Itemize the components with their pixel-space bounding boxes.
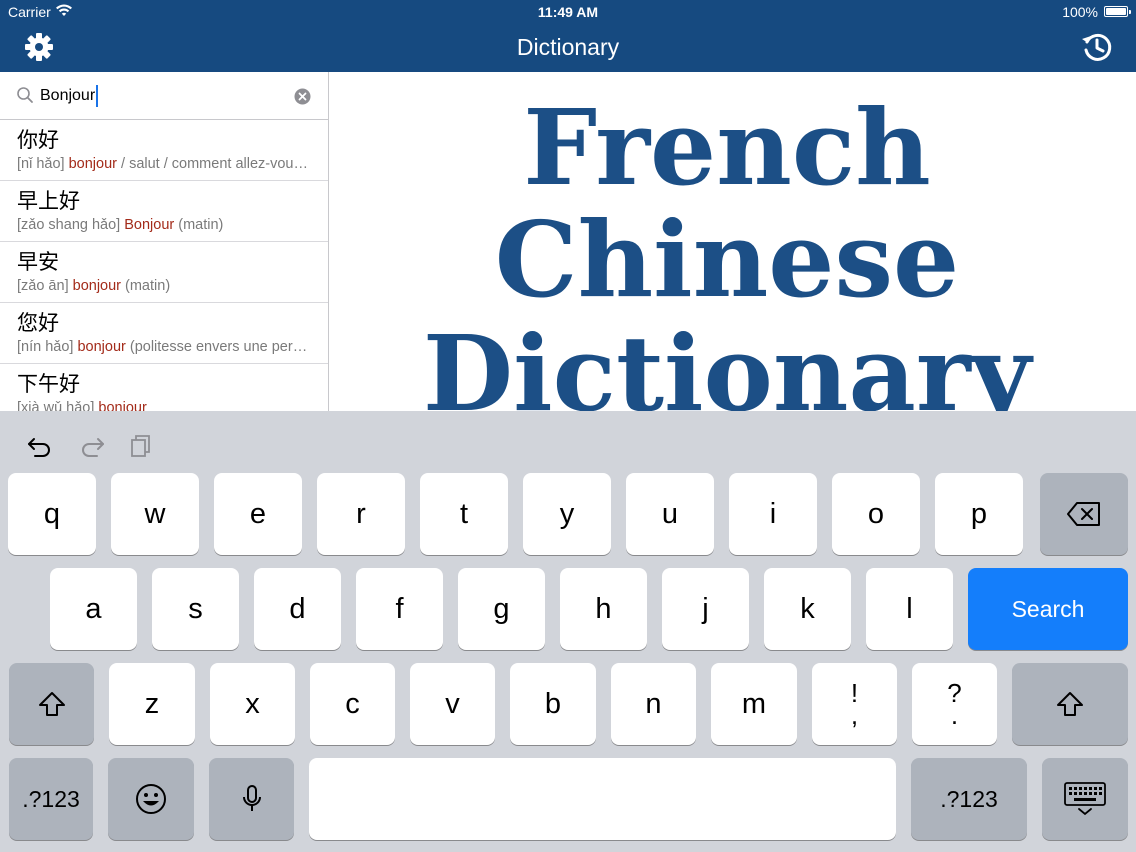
results-pane: 你好 [nǐ hǎo] bonjour / salut / comment al… xyxy=(0,72,329,411)
key-exclamation-comma[interactable]: !, xyxy=(812,663,897,745)
list-item[interactable]: 早上好 [zǎo shang hǎo] Bonjour (matin) xyxy=(0,181,328,242)
search-input[interactable] xyxy=(40,82,280,110)
logo-line-1: French xyxy=(523,86,931,209)
key-q[interactable]: q xyxy=(8,473,96,555)
battery-percent: 100% xyxy=(1062,4,1098,20)
status-time: 11:49 AM xyxy=(537,4,599,20)
key-h[interactable]: h xyxy=(560,568,647,650)
key-f[interactable]: f xyxy=(356,568,443,650)
dictation-key[interactable] xyxy=(209,758,294,840)
on-screen-keyboard: q w e r t y u i o p a s d f g h j k l Se… xyxy=(0,411,1136,852)
paste-icon[interactable] xyxy=(127,431,157,459)
backspace-icon xyxy=(1067,502,1100,526)
logo-pane: French Chinese Dictionary xyxy=(330,72,1136,411)
space-key[interactable] xyxy=(309,758,896,840)
undo-icon[interactable] xyxy=(25,431,55,459)
microphone-icon xyxy=(242,785,261,811)
entry-hanzi: 您好 xyxy=(17,311,59,335)
key-c[interactable]: c xyxy=(310,663,395,745)
list-item[interactable]: 您好 [nín hǎo] bonjour (politesse envers u… xyxy=(0,303,328,364)
search-icon xyxy=(17,87,33,103)
key-b[interactable]: b xyxy=(510,663,596,745)
key-k[interactable]: k xyxy=(764,568,851,650)
entry-definition: [nín hǎo] bonjour (politesse envers une … xyxy=(17,339,311,355)
numbers-key-right[interactable]: .?123 xyxy=(911,758,1027,840)
key-d[interactable]: d xyxy=(254,568,341,650)
key-y[interactable]: y xyxy=(523,473,611,555)
dismiss-keyboard-key[interactable] xyxy=(1042,758,1128,840)
key-v[interactable]: v xyxy=(410,663,495,745)
key-s[interactable]: s xyxy=(152,568,239,650)
navigation-bar: Dictionary xyxy=(0,24,1136,72)
key-u[interactable]: u xyxy=(626,473,714,555)
shift-key-left[interactable] xyxy=(9,663,94,745)
key-j[interactable]: j xyxy=(662,568,749,650)
key-n[interactable]: n xyxy=(611,663,696,745)
key-bottom-char: . xyxy=(950,700,959,730)
search-key[interactable]: Search xyxy=(968,568,1128,650)
entry-hanzi: 早安 xyxy=(17,250,59,274)
list-item[interactable]: 你好 [nǐ hǎo] bonjour / salut / comment al… xyxy=(0,120,328,181)
page-title: Dictionary xyxy=(516,34,620,60)
key-w[interactable]: w xyxy=(111,473,199,555)
entry-hanzi: 下午好 xyxy=(17,372,80,396)
key-p[interactable]: p xyxy=(935,473,1023,555)
key-m[interactable]: m xyxy=(711,663,797,745)
key-i[interactable]: i xyxy=(729,473,817,555)
search-bar xyxy=(0,72,328,120)
clear-search-icon[interactable] xyxy=(294,88,311,105)
key-x[interactable]: x xyxy=(210,663,295,745)
key-a[interactable]: a xyxy=(50,568,137,650)
key-z[interactable]: z xyxy=(109,663,195,745)
shift-icon xyxy=(1057,692,1083,716)
emoji-key[interactable] xyxy=(108,758,194,840)
entry-definition: [xià wǔ hǎo] bonjour xyxy=(17,400,147,411)
results-list: 你好 [nǐ hǎo] bonjour / salut / comment al… xyxy=(0,120,328,411)
shift-key-right[interactable] xyxy=(1012,663,1128,745)
shift-icon xyxy=(38,692,65,716)
entry-definition: [zǎo ān] bonjour (matin) xyxy=(17,278,171,294)
entry-hanzi: 早上好 xyxy=(17,189,80,213)
keyboard-hide-icon xyxy=(1064,782,1106,816)
logo-line-3: Dictionary xyxy=(422,312,1032,412)
key-bottom-char: , xyxy=(850,700,859,730)
battery-icon xyxy=(1104,6,1131,17)
numbers-key-left[interactable]: .?123 xyxy=(9,758,93,840)
status-bar: Carrier 11:49 AM 100% xyxy=(0,0,1136,24)
entry-hanzi: 你好 xyxy=(17,128,59,152)
key-t[interactable]: t xyxy=(420,473,508,555)
text-cursor xyxy=(96,85,98,107)
list-item[interactable]: 下午好 [xià wǔ hǎo] bonjour xyxy=(0,364,328,411)
key-question-period[interactable]: ?. xyxy=(912,663,997,745)
list-item[interactable]: 早安 [zǎo ān] bonjour (matin) xyxy=(0,242,328,303)
history-icon[interactable] xyxy=(1080,30,1114,64)
entry-definition: [zǎo shang hǎo] Bonjour (matin) xyxy=(17,217,224,233)
key-g[interactable]: g xyxy=(458,568,545,650)
key-o[interactable]: o xyxy=(832,473,920,555)
emoji-icon xyxy=(136,784,166,814)
logo-line-2: Chinese xyxy=(494,198,960,321)
backspace-key[interactable] xyxy=(1040,473,1128,555)
redo-icon[interactable] xyxy=(77,431,107,459)
entry-definition: [nǐ hǎo] bonjour / salut / comment allez… xyxy=(17,156,311,172)
key-r[interactable]: r xyxy=(317,473,405,555)
key-e[interactable]: e xyxy=(214,473,302,555)
key-l[interactable]: l xyxy=(866,568,953,650)
